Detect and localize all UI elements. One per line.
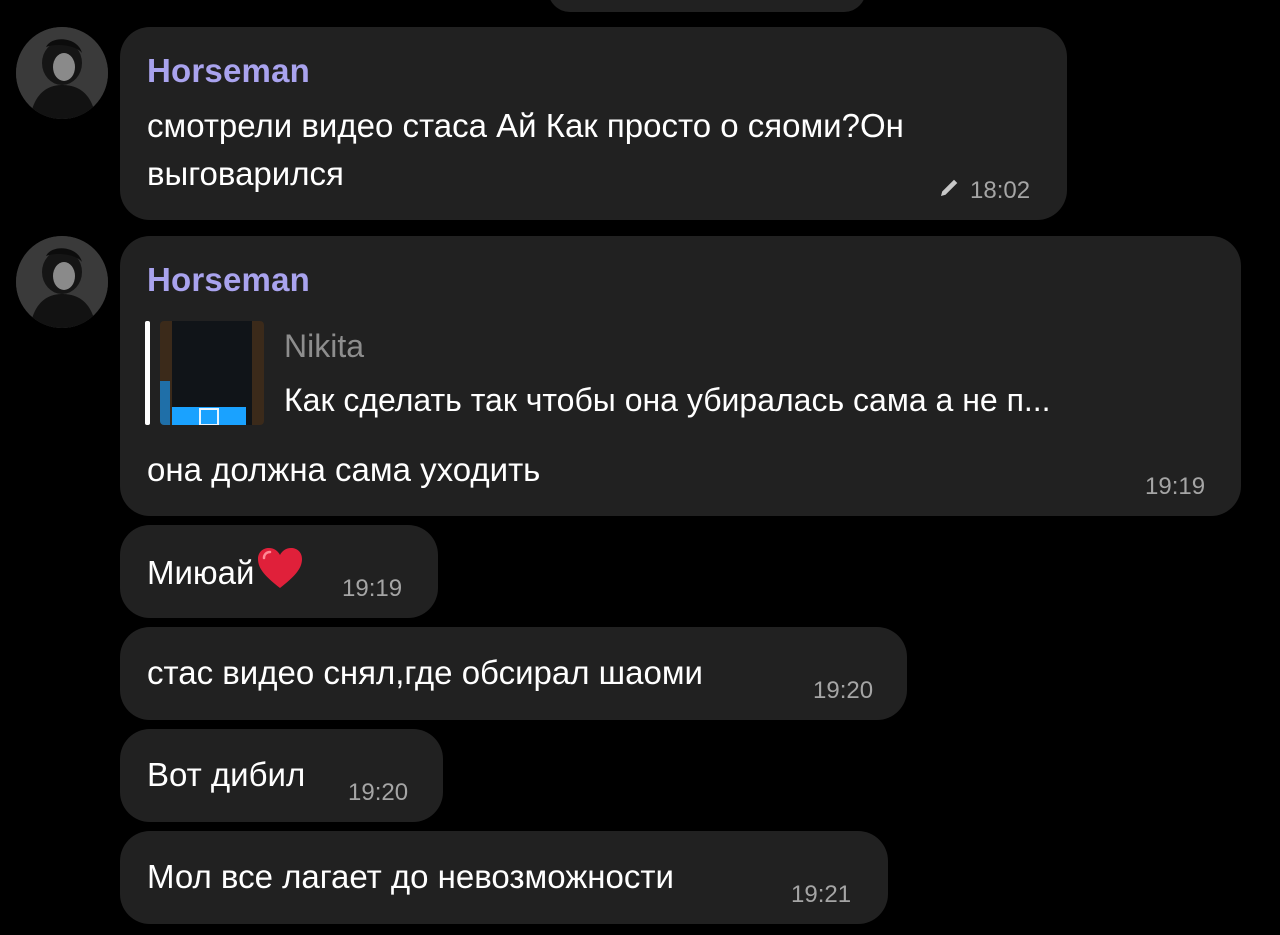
- reply-author-name: Nikita: [284, 328, 365, 364]
- reply-thumbnail[interactable]: [160, 321, 264, 425]
- message-bubble[interactable]: Мол все лагает до невозможности 19:21: [120, 831, 888, 924]
- reply-text: Как сделать так чтобы она убиралась сама…: [284, 382, 1051, 418]
- avatar-image: [16, 236, 108, 328]
- previous-message-bubble[interactable]: [548, 0, 866, 12]
- avatar[interactable]: [16, 236, 108, 328]
- author-name[interactable]: Horseman: [147, 261, 310, 299]
- message-time: 19:19: [342, 575, 403, 602]
- avatar-image: [16, 27, 108, 119]
- message-time: 19:20: [348, 779, 409, 806]
- author-name[interactable]: Horseman: [147, 52, 310, 90]
- message-time: 19:21: [791, 881, 852, 908]
- message-text-line: смотрели видео стаса Ай Как просто о сяо…: [147, 107, 904, 144]
- message-bubble[interactable]: Horseman Nikita Как сделать так чтобы он…: [120, 236, 1241, 516]
- message-bubble[interactable]: стас видео снял,где обсирал шаоми 19:20: [120, 627, 907, 720]
- message-bubble[interactable]: Миюай 19:19: [120, 525, 438, 618]
- reply-thumbnail-image: [160, 321, 264, 425]
- red-heart-icon: [258, 548, 303, 588]
- avatar[interactable]: [16, 27, 108, 119]
- message-text-content: Миюай: [147, 554, 255, 591]
- message-text: Миюай: [147, 546, 304, 597]
- pencil-icon: [941, 179, 958, 196]
- message-text-line: выговарился: [147, 155, 344, 192]
- message-text: Вот дибил: [147, 756, 306, 793]
- message-bubble[interactable]: Horseman смотрели видео стаса Ай Как про…: [120, 27, 1067, 220]
- message-text: Мол все лагает до невозможности: [147, 858, 674, 895]
- reply-quote-bar: [145, 321, 150, 425]
- message-text: она должна сама уходить: [147, 451, 541, 488]
- message-time: 19:19: [1145, 473, 1206, 500]
- message-text: стас видео снял,где обсирал шаоми: [147, 654, 703, 691]
- message-time: 18:02: [970, 177, 1031, 204]
- message-time: 19:20: [813, 677, 874, 704]
- message-bubble[interactable]: Вот дибил 19:20: [120, 729, 443, 822]
